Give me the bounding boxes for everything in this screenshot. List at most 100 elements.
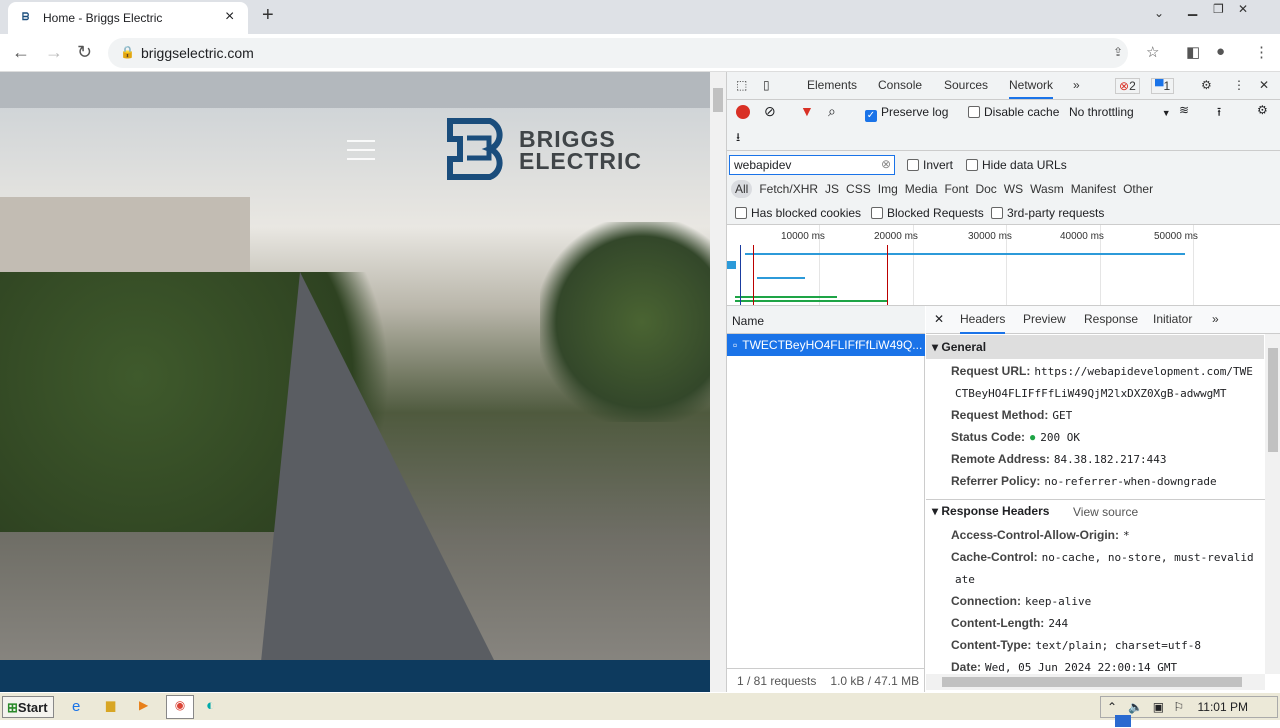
type-all[interactable]: All	[731, 180, 753, 198]
reload-icon[interactable]: ↻	[77, 42, 92, 63]
search-icon[interactable]: ⌕	[828, 103, 836, 120]
tab-strip: ᗷ Home - Briggs Electric × + ⌄ ▁ ❐ ✕	[0, 0, 1280, 34]
ie-icon[interactable]: e	[72, 698, 80, 715]
minimize-button[interactable]: ▁	[1188, 2, 1197, 16]
menu-icon[interactable]: ⋮	[1254, 43, 1269, 61]
tab-sources[interactable]: Sources	[944, 78, 988, 92]
settings-gear-icon[interactable]: ⚙	[1201, 78, 1212, 92]
has-blocked-cookies-checkbox[interactable]: Has blocked cookies	[735, 206, 861, 220]
type-js[interactable]: JS	[825, 182, 839, 196]
header-row: Request URL: https://webapidevelopment.co…	[951, 364, 1253, 378]
disable-cache-checkbox[interactable]: Disable cache	[968, 105, 1059, 119]
record-icon[interactable]	[736, 105, 750, 119]
hamburger-menu-icon[interactable]	[347, 140, 375, 167]
bookmark-star-icon[interactable]: ☆	[1146, 43, 1159, 61]
filter-input[interactable]: webapidev ⊗	[729, 155, 895, 175]
header-row: Connection: keep-alive	[951, 594, 1091, 608]
details-horizontal-scrollbar[interactable]	[926, 674, 1265, 690]
document-icon: ▫	[733, 338, 738, 352]
blocked-requests-checkbox[interactable]: Blocked Requests	[871, 206, 984, 220]
tab-response[interactable]: Response	[1084, 312, 1138, 326]
devtools-panel: ⬚ ▯ Elements Console Sources Network » ⊗…	[726, 72, 1280, 692]
type-manifest[interactable]: Manifest	[1071, 182, 1116, 196]
media-player-icon[interactable]: ▶	[139, 698, 148, 712]
details-vertical-scrollbar[interactable]	[1265, 334, 1280, 674]
type-media[interactable]: Media	[905, 182, 938, 196]
third-party-checkbox[interactable]: 3rd-party requests	[991, 206, 1104, 220]
more-options-icon[interactable]: ⋮	[1233, 78, 1245, 92]
network-icon[interactable]: ▣	[1153, 700, 1164, 714]
header-key: Referrer Policy:	[951, 474, 1041, 488]
more-detail-tabs-icon[interactable]: »	[1212, 312, 1219, 326]
network-overview-timeline[interactable]: 10000 ms 20000 ms 30000 ms 40000 ms 5000…	[727, 224, 1280, 306]
header-value: 244	[1048, 617, 1069, 630]
taskbar: ⊞Start e ▆ ▶ ◉ ◐ ⌃ 🔈 ▣ ⚐ 11:01 PM	[0, 692, 1280, 727]
import-har-icon[interactable]: ⭱	[1217, 103, 1221, 124]
back-icon[interactable]: ←	[12, 42, 30, 63]
network-settings-icon[interactable]: ⚙	[1257, 103, 1268, 117]
profile-avatar[interactable]: ●	[1216, 43, 1225, 60]
start-button[interactable]: ⊞Start	[2, 696, 54, 718]
clear-icon[interactable]: ⊘	[764, 103, 776, 120]
forward-icon[interactable]: →	[45, 42, 63, 63]
restore-button[interactable]: ❐	[1213, 2, 1224, 16]
side-panel-icon[interactable]: ◧	[1186, 43, 1200, 61]
messages-badge[interactable]: ▀1	[1151, 78, 1175, 94]
share-icon[interactable]: ⇪	[1113, 45, 1123, 59]
browser-toolbar: ← → ↻ 🔒 briggselectric.com ⇪ ☆ ◧ ● ⋮	[0, 34, 1280, 72]
chrome-icon[interactable]: ◉	[166, 695, 194, 719]
type-other[interactable]: Other	[1123, 182, 1153, 196]
throttling-select[interactable]: No throttling ▼	[1069, 105, 1171, 119]
close-tab-icon[interactable]: ×	[225, 8, 234, 26]
address-bar[interactable]: 🔒 briggselectric.com ⇪	[108, 38, 1128, 68]
edge-icon[interactable]: ◐	[206, 697, 215, 714]
request-row[interactable]: ▫ TWECTBeyHO4FLIFfFfLiW49Q...	[727, 334, 925, 356]
folder-icon[interactable]: ▆	[106, 698, 115, 712]
tab-initiator[interactable]: Initiator	[1153, 312, 1192, 326]
web-page-hero: BRIGGS ELECTRIC	[0, 72, 710, 692]
type-fetch-xhr[interactable]: Fetch/XHR	[759, 182, 818, 196]
type-css[interactable]: CSS	[846, 182, 871, 196]
close-details-icon[interactable]: ✕	[934, 312, 944, 326]
close-devtools-icon[interactable]: ✕	[1259, 78, 1269, 92]
show-hidden-icons[interactable]: ⌃	[1107, 700, 1117, 714]
tab-headers[interactable]: Headers	[960, 312, 1006, 334]
type-wasm[interactable]: Wasm	[1030, 182, 1064, 196]
export-har-icon[interactable]: ⭳	[736, 128, 740, 149]
timeline-bar	[735, 300, 887, 302]
preserve-log-checkbox[interactable]: ✓ Preserve log	[865, 105, 948, 122]
preserve-log-label: Preserve log	[881, 105, 949, 119]
more-tabs-icon[interactable]: »	[1073, 78, 1080, 92]
tab-search-icon[interactable]: ⌄	[1154, 6, 1164, 20]
type-ws[interactable]: WS	[1004, 182, 1023, 196]
tab-title: Home - Briggs Electric	[43, 11, 163, 25]
tab-network[interactable]: Network	[1009, 78, 1054, 99]
new-tab-button[interactable]: +	[262, 4, 274, 27]
invert-checkbox[interactable]: Invert	[907, 158, 953, 172]
tab-elements[interactable]: Elements	[807, 78, 857, 92]
tab-preview[interactable]: Preview	[1023, 312, 1066, 326]
response-headers-section-header[interactable]: ▾ Response Headers	[932, 504, 1049, 518]
clear-filter-icon[interactable]: ⊗	[881, 157, 891, 171]
network-conditions-icon[interactable]: ≋	[1179, 103, 1189, 117]
hide-data-urls-checkbox[interactable]: Hide data URLs	[966, 158, 1067, 172]
show-desktop-icon[interactable]	[1115, 715, 1131, 727]
type-font[interactable]: Font	[944, 182, 968, 196]
filter-icon[interactable]: ▼	[800, 103, 814, 119]
tab-console[interactable]: Console	[878, 78, 922, 92]
type-img[interactable]: Img	[878, 182, 898, 196]
flag-icon[interactable]: ⚐	[1173, 700, 1184, 714]
errors-badge[interactable]: ⊗2	[1115, 78, 1140, 94]
briggs-logo[interactable]: BRIGGS ELECTRIC	[447, 118, 641, 183]
view-source-link[interactable]: View source	[1073, 505, 1138, 519]
inspect-icon[interactable]: ⬚	[736, 78, 747, 92]
volume-icon[interactable]: 🔈	[1128, 700, 1143, 714]
name-column-header[interactable]: Name	[727, 306, 925, 334]
general-section-header[interactable]: ▾ General	[926, 335, 1264, 359]
favicon-icon: ᗷ	[22, 12, 30, 23]
close-window-button[interactable]: ✕	[1238, 2, 1248, 16]
type-doc[interactable]: Doc	[975, 182, 996, 196]
browser-tab[interactable]: ᗷ Home - Briggs Electric ×	[8, 2, 248, 34]
page-scrollbar[interactable]	[710, 72, 726, 692]
device-toolbar-icon[interactable]: ▯	[763, 78, 770, 92]
